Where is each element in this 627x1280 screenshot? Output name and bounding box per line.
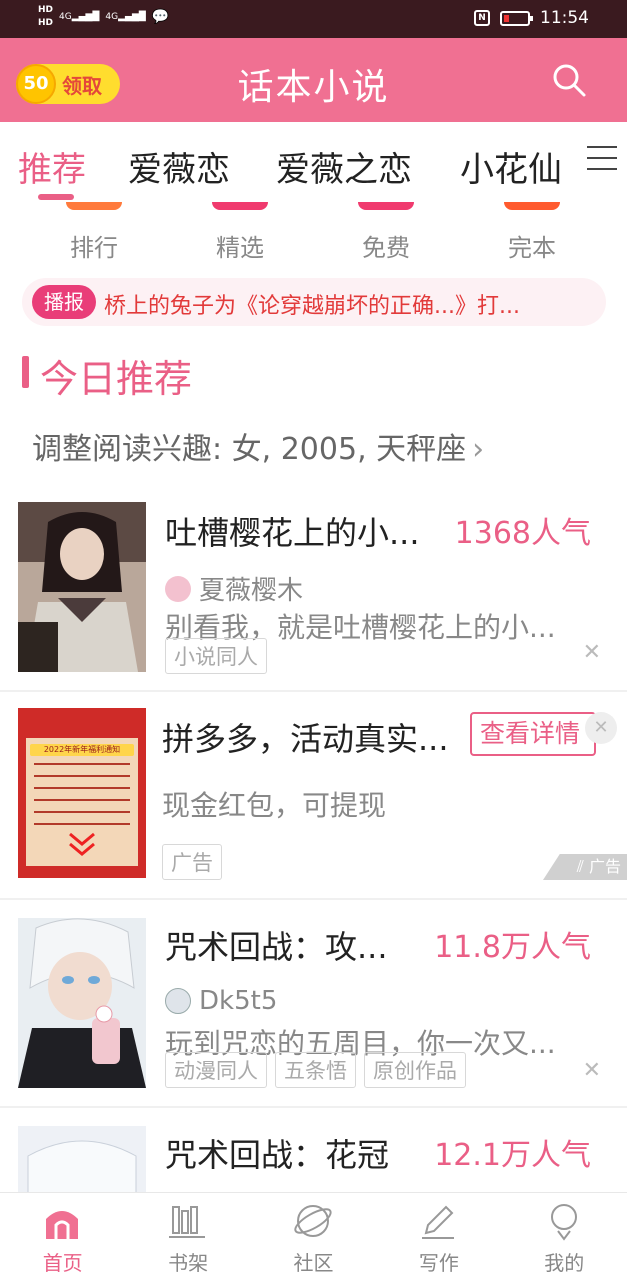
signal-label-1: 4G [59,12,72,22]
tag[interactable]: 动漫同人 [165,1052,267,1088]
tab-aiweizhilian[interactable]: 爱薇之恋 [276,142,412,191]
book-popularity-3: 11.8万人气 [434,930,591,965]
nfc-icon: N [474,10,490,26]
book-tags-1: 小说同人 [165,638,267,674]
nav-me[interactable]: 我的 [502,1193,627,1280]
nav-home[interactable]: 首页 [0,1193,125,1280]
app-title: 话本小说 [237,67,390,108]
status-left: HD HD 4G▂▄▆█ 4G▂▄▆█ 💬 [38,4,169,30]
tab-active-indicator [38,194,74,200]
nav-bookshelf[interactable]: 书架 [125,1193,250,1280]
news-ticker[interactable]: 播报 桥上的兔子为《论穿越崩坏的正确...》打... [22,278,606,326]
bottom-nav: 首页 书架 社区 写作 我的 [0,1192,627,1280]
nav-me-label: 我的 [544,1251,585,1275]
author-name: 夏薇樱木 [199,576,304,606]
close-icon[interactable]: ✕ [583,1058,601,1083]
category-tabs: 推荐 爱薇恋 爱薇之恋 小花仙 [0,122,627,202]
close-icon[interactable]: ✕ [583,640,601,665]
free-icon [358,202,414,210]
bookshelf-icon [169,1206,206,1238]
signal-icon-1: 4G▂▄▆█ [59,12,100,22]
close-icon[interactable]: ✕ [585,712,617,744]
status-right: N 11:54 [474,8,589,28]
nav-write-label: 写作 [418,1251,459,1275]
book-popularity-1: 1368人气 [454,516,591,551]
ad-poster[interactable]: 2022年新年福利通知 [18,708,146,878]
book-author-3[interactable]: Dk5t5 [165,986,277,1016]
quick-completed-label: 完本 [508,234,556,262]
tab-aiweilian[interactable]: 爱薇恋 [128,142,230,191]
nav-write[interactable]: 写作 [376,1193,501,1280]
book-title-3: 咒术回战：攻... [165,928,388,966]
tag[interactable]: 五条悟 [275,1052,356,1088]
quick-rank-label: 排行 [70,234,118,262]
book-title-1: 吐槽樱花上的小... [165,514,420,552]
hd-indicator: HD HD [38,4,53,30]
interest-text: 调整阅读兴趣: 女, 2005, 天秤座 [32,432,467,467]
home-icon [46,1211,78,1239]
featured-icon [212,202,268,210]
ad-logo-icon: ⫽ [576,857,589,876]
poster-title: 2022年新年福利通知 [30,744,134,756]
book-card-3[interactable]: 咒术回战：攻... 11.8万人气 Dk5t5 玩到咒恋的五周目，你一次又...… [0,900,627,1108]
quick-featured-label: 精选 [216,234,264,262]
search-icon[interactable] [551,62,587,98]
quick-rank[interactable]: 排行 [44,202,144,263]
ticker-text: 桥上的兔子为《论穿越崩坏的正确...》打... [104,294,520,319]
profile-icon [550,1204,577,1241]
status-bar: HD HD 4G▂▄▆█ 4G▂▄▆█ 💬 N 11:54 [0,0,627,38]
book-cover-3[interactable] [18,918,146,1088]
signal-icon-2: 4G▂▄▆█ [105,12,146,22]
quick-completed[interactable]: 完本 [482,202,582,263]
section-title: 今日推荐 [40,357,193,401]
quick-featured[interactable]: 精选 [190,202,290,263]
ad-card[interactable]: 2022年新年福利通知 拼多多，活动真实... 查看详情 ✕ 现金红包，可提现 … [0,692,627,900]
app-header: 50 领取 话本小说 [0,38,627,122]
avatar [165,988,191,1014]
book-popularity-4: 12.1万人气 [434,1138,591,1173]
clock: 11:54 [540,8,589,28]
ad-mark: ⫽ 广告 [543,854,627,880]
view-details-button[interactable]: 查看详情 [470,712,596,756]
ticker-badge: 播报 [32,285,96,319]
tabs-menu-icon[interactable] [587,146,617,176]
book-card-1[interactable]: 吐槽樱花上的小... 1368人气 夏薇樱木 别看我，就是吐槽樱花上的小... … [0,488,627,692]
avatar [165,575,191,602]
quick-entries: 排行 精选 免费 完本 [0,202,627,266]
section-accent-bar [22,356,29,388]
book-tags-3: 动漫同人 五条悟 原创作品 [165,1052,466,1088]
ad-tag: 广告 [162,844,222,880]
tab-xiaohuaxian[interactable]: 小花仙 [460,142,562,191]
signal-label-2: 4G [105,12,119,22]
ad-mark-label: 广告 [588,857,621,876]
book-author-1[interactable]: 夏薇樱木 [165,570,303,607]
hd-label-1: HD [38,5,54,15]
book-title-4: 咒术回战：花冠 [165,1136,390,1174]
nav-community[interactable]: 社区 [251,1193,376,1280]
author-name: Dk5t5 [199,986,278,1016]
nav-community-label: 社区 [293,1251,334,1275]
rank-icon [66,202,122,210]
battery-icon [500,10,533,26]
hd-label-2: HD [38,18,54,28]
completed-icon [504,202,560,210]
book-cover-1[interactable] [18,502,146,672]
chevron-right-icon: › [472,432,485,467]
book-cover-4[interactable] [18,1126,146,1192]
tag[interactable]: 小说同人 [165,638,267,674]
quick-free[interactable]: 免费 [336,202,436,263]
adjust-interest-link[interactable]: 调整阅读兴趣: 女, 2005, 天秤座 › [32,424,484,468]
ad-desc: 现金红包，可提现 [162,789,387,822]
chat-icon: 💬 [151,9,170,25]
community-icon [294,1205,332,1237]
pen-icon [422,1205,455,1239]
ad-title: 拼多多，活动真实... [162,720,449,758]
nav-home-label: 首页 [42,1251,83,1275]
tag[interactable]: 原创作品 [364,1052,466,1088]
quick-free-label: 免费 [362,234,410,262]
book-card-4[interactable]: 咒术回战：花冠 12.1万人气 [0,1108,627,1192]
nav-bookshelf-label: 书架 [168,1251,209,1275]
ad-tags: 广告 [162,844,222,880]
tab-recommend[interactable]: 推荐 [18,142,86,191]
